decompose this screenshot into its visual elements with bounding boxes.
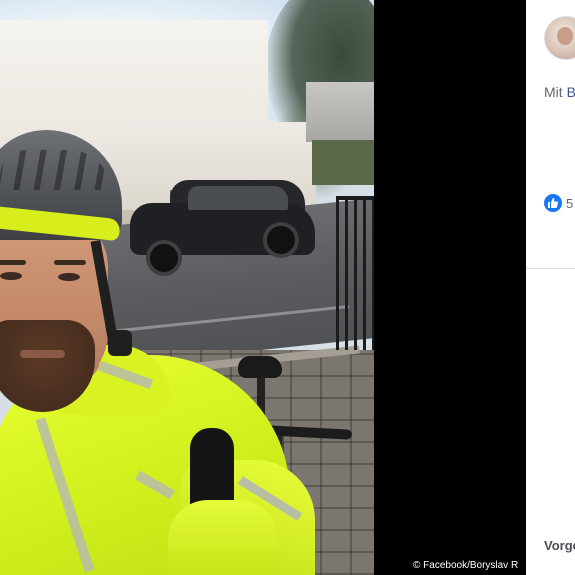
eyebrow [0,260,26,265]
black-backdrop [374,0,526,575]
distant-house [306,82,374,142]
eyebrow [54,260,86,265]
photo-credit: © Facebook/Boryslav R [413,560,519,571]
glove [168,500,278,575]
eye [0,272,22,280]
post-side-panel: Mit B 5 Vorge [526,0,575,575]
avatar[interactable] [544,16,575,60]
divider [526,268,575,269]
like-count: 5 [566,195,574,211]
car-wheel [263,222,299,258]
tagged-with-line: Mit B [544,84,575,100]
iron-gate [336,196,374,350]
with-prefix: Mit [544,84,563,100]
hedge [312,140,374,185]
tagged-person-link[interactable]: B [567,84,575,100]
suggested-label: Vorge [544,538,575,553]
photo[interactable] [0,0,374,575]
like-icon [544,194,562,212]
eye [58,273,80,281]
mouth [20,350,65,358]
helmet-strap-buckle [108,330,132,356]
thumbs-up-glyph [548,198,559,208]
reactions-summary[interactable]: 5 [544,194,575,214]
bicycle-seat [238,356,282,378]
car-window [188,186,288,210]
car-wheel [146,240,182,276]
photo-viewer: Mit B 5 Vorge © Facebook/Boryslav R [0,0,575,575]
